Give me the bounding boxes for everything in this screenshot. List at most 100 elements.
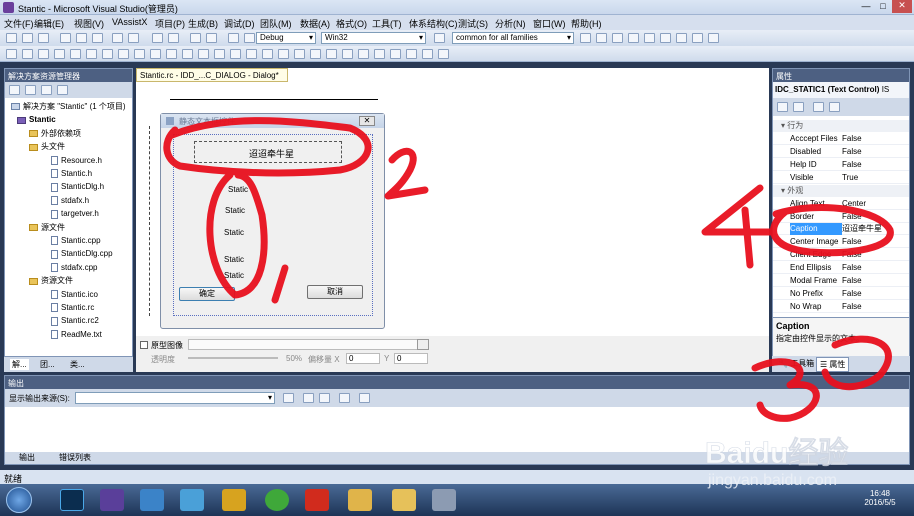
ok-button[interactable]: 确定 [179,287,235,301]
tree-item-file[interactable]: Stantic.rc [51,301,94,314]
layout-button-icon[interactable] [86,49,97,59]
output-tool-3-icon[interactable] [319,393,330,403]
find-combo[interactable]: common for all families [452,32,574,44]
toolbar-button-icon[interactable] [60,33,71,43]
menu-item-11[interactable]: 体系结构(C) [409,17,458,30]
toolbar-button-icon[interactable] [168,33,179,43]
tab-output[interactable]: 输出 [19,452,35,463]
output-tool-2-icon[interactable] [303,393,314,403]
photoshop-icon[interactable] [60,489,84,511]
tree-item-file[interactable]: StanticDlg.cpp [51,247,113,260]
menu-item-3[interactable]: VAssistX [112,17,147,27]
properties-icon[interactable] [813,102,824,112]
events-icon[interactable] [829,102,840,112]
toolbar-button-icon[interactable] [190,33,201,43]
toolbar-button-icon[interactable] [128,33,139,43]
static-3[interactable]: Static [224,228,244,237]
layout-button-icon[interactable] [342,49,353,59]
property-row[interactable]: Center Image False [773,236,909,249]
object-selector[interactable]: IDC_STATIC1 (Text Control) IS [773,82,909,98]
prototype-path[interactable] [188,339,428,350]
static-5[interactable]: Static [224,271,244,280]
view-code-icon[interactable] [57,85,68,95]
output-tool-4-icon[interactable] [339,393,350,403]
menu-item-7[interactable]: 团队(M) [260,17,292,30]
tree-item-file[interactable]: Stantic.rc2 [51,314,99,327]
toolbar-button-icon[interactable] [22,33,33,43]
categorized-icon[interactable] [777,102,788,112]
layout-button-icon[interactable] [294,49,305,59]
tree-item-file[interactable]: StanticDlg.h [51,180,104,193]
layout-button-icon[interactable] [134,49,145,59]
tool-app-icon[interactable] [222,489,246,511]
maximize-button[interactable]: □ [875,1,891,13]
minimize-button[interactable]: — [858,1,874,13]
dialog-preview[interactable]: 静态文本框控件 ✕ 迢迢牵牛星 Static Static Static Sta… [160,113,385,329]
tree-item-file[interactable]: Stantic.h [51,167,92,180]
property-row[interactable]: Modal Frame False [773,275,909,287]
tree-item-folder[interactable]: 头文件 [29,140,65,153]
property-row[interactable]: Client Edge False [773,249,909,262]
menu-item-10[interactable]: 工具(T) [372,17,402,30]
drive-icon[interactable] [432,489,456,511]
prototype-checkbox[interactable] [140,341,148,349]
property-row[interactable]: Align Text Center [773,198,909,210]
offset-x-input[interactable]: 0 [346,353,380,364]
offset-y-input[interactable]: 0 [394,353,428,364]
menu-item-4[interactable]: 项目(P) [155,17,185,30]
layout-button-icon[interactable] [358,49,369,59]
toolbar-button-icon[interactable] [434,33,445,43]
layout-button-icon[interactable] [390,49,401,59]
paint-icon[interactable] [348,489,372,511]
toolbar-button-icon[interactable] [228,33,239,43]
property-value[interactable]: 迢迢牵牛星 [842,223,882,235]
close-button[interactable]: ✕ [892,0,912,13]
browse-button[interactable] [417,339,429,350]
property-value[interactable]: False [842,288,862,300]
layout-button-icon[interactable] [70,49,81,59]
property-value[interactable]: False [842,211,862,223]
layout-button-icon[interactable] [326,49,337,59]
layout-button-icon[interactable] [230,49,241,59]
layout-button-icon[interactable] [6,49,17,59]
layout-button-icon[interactable] [374,49,385,59]
toolbar-button-icon[interactable] [708,33,719,43]
layout-button-icon[interactable] [54,49,65,59]
properties-icon[interactable] [9,85,20,95]
property-row[interactable]: Border False [773,211,909,223]
alphabetical-icon[interactable] [793,102,804,112]
cancel-button[interactable]: 取消 [307,285,363,299]
layout-button-icon[interactable] [22,49,33,59]
menu-item-1[interactable]: 编辑(E) [34,17,64,30]
property-row[interactable]: Help ID False [773,159,909,171]
solution-tab-1[interactable]: 团... [40,359,55,370]
refresh-icon[interactable] [41,85,52,95]
layout-button-icon[interactable] [246,49,257,59]
layout-button-icon[interactable] [310,49,321,59]
tree-item-file[interactable]: stdafx.h [51,194,89,207]
cloud-app-icon[interactable] [140,489,164,511]
toolbar-button-icon[interactable] [206,33,217,43]
menu-item-5[interactable]: 生成(B) [188,17,218,30]
start-button[interactable] [6,487,32,513]
tab-properties[interactable]: ☰ 属性 [816,357,850,372]
property-row[interactable]: Acccept Files False [773,133,909,145]
layout-button-icon[interactable] [262,49,273,59]
tree-item-solution[interactable]: 解决方案 "Stantic" (1 个项目) [11,100,126,113]
layout-button-icon[interactable] [166,49,177,59]
tree-item-file[interactable]: stdafx.cpp [51,261,97,274]
property-value[interactable]: False [842,262,862,274]
output-source-select[interactable] [75,392,275,404]
property-value[interactable]: Center [842,198,866,210]
toolbar-button-icon[interactable] [612,33,623,43]
property-value[interactable]: True [842,172,858,184]
tree-item-file[interactable]: Stantic.cpp [51,234,101,247]
property-row[interactable]: End Ellipsis False [773,262,909,275]
property-row[interactable]: Visible True [773,172,909,184]
property-value[interactable]: False [842,301,862,313]
layout-button-icon[interactable] [214,49,225,59]
property-value[interactable]: False [842,275,862,287]
property-category[interactable]: ▾ 行为 [773,120,909,132]
toolbar-button-icon[interactable] [692,33,703,43]
property-row[interactable]: No Wrap False [773,301,909,313]
